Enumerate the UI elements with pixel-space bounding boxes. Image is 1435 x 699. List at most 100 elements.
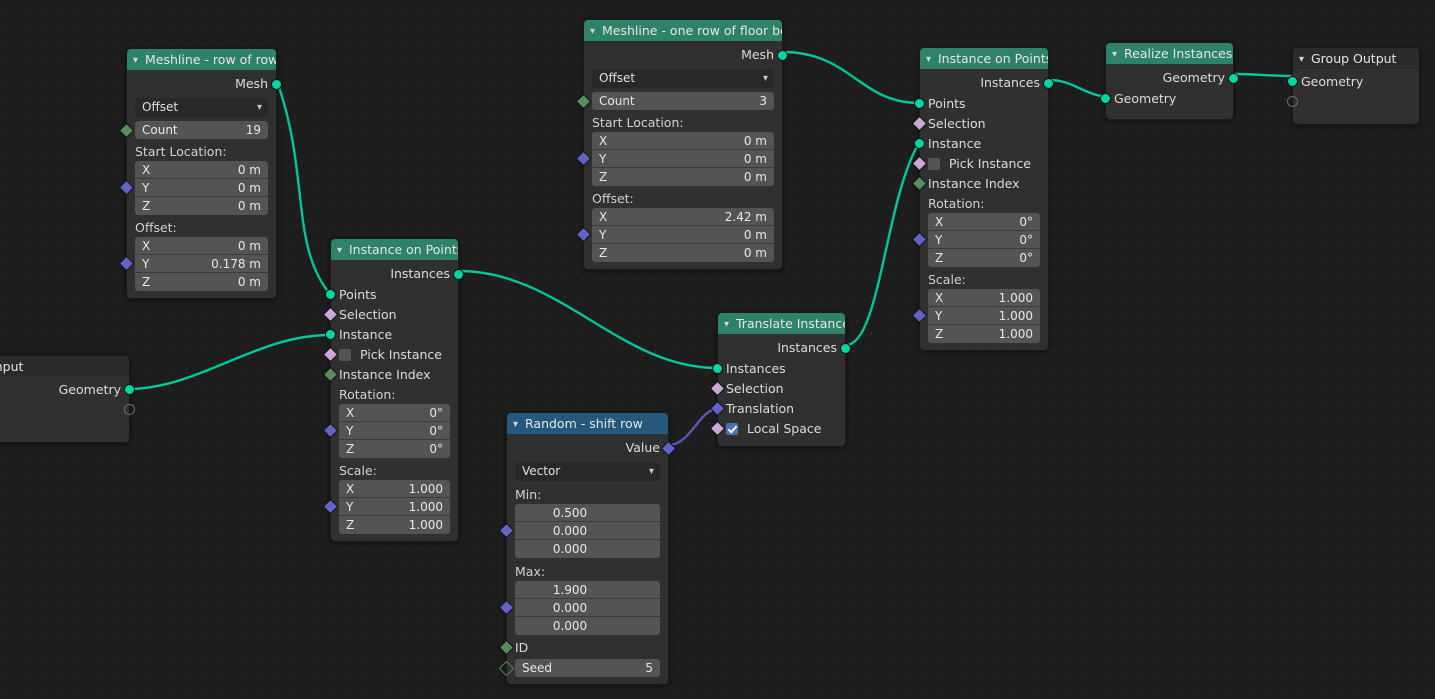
socket-row-mesh-out[interactable]: Mesh	[584, 44, 788, 66]
offset-fields[interactable]: X0 m Y 0.178 m Z0 m	[135, 237, 268, 291]
node-translate-instances[interactable]: ▾ Translate Instances Instances Instances…	[709, 312, 851, 447]
rotation-group[interactable]: X 0° Y 0° Z 0°	[911, 213, 1048, 267]
vector-field-x[interactable]: X 0°	[928, 213, 1040, 231]
max-group[interactable]: 1.900 0.000 0.000	[498, 581, 668, 635]
chevron-down-icon[interactable]: ▾	[513, 414, 525, 434]
socket-row-instances-out[interactable]: Instances	[331, 263, 464, 285]
chevron-down-icon[interactable]: ▾	[763, 69, 768, 88]
node-header-iop-right[interactable]: ▾ Instance on Points	[920, 48, 1048, 69]
socket-selection-in[interactable]	[709, 380, 726, 397]
socket-instances-in[interactable]	[712, 363, 723, 374]
socket-scale-in[interactable]	[322, 498, 339, 515]
offset-group[interactable]: X 2.42 m Y0 m Z0 m	[575, 208, 782, 262]
socket-row-points[interactable]: Points	[914, 94, 1048, 114]
chevron-down-icon[interactable]: ▾	[133, 50, 145, 70]
vector-field-x[interactable]: X 1.000	[339, 480, 450, 498]
mode-dropdown[interactable]: Offset ▾	[592, 69, 774, 88]
chevron-down-icon[interactable]: ▾	[257, 98, 262, 117]
vector-field-z[interactable]: Z0 m	[135, 197, 268, 215]
vector-field-x[interactable]: X0 m	[592, 132, 774, 150]
socket-count-in[interactable]	[118, 122, 135, 139]
socket-instance-index-in[interactable]	[911, 175, 928, 192]
vector-field-x[interactable]: X 1.000	[928, 289, 1040, 307]
node-header-realize-instances[interactable]: ▾ Realize Instances	[1106, 43, 1233, 64]
socket-value-out[interactable]	[660, 440, 677, 457]
min-group[interactable]: 0.500 0.000 0.000	[498, 504, 668, 558]
socket-row-group-input-geometry[interactable]: Geometry	[0, 380, 135, 400]
node-header-group-input[interactable]: ▾Group Input	[0, 356, 129, 377]
socket-row-geometry-in[interactable]: Geometry	[1287, 72, 1419, 92]
socket-row-local-space[interactable]: Local Space	[709, 419, 845, 439]
vector-field-x[interactable]: X0 m	[135, 161, 268, 179]
vector-field-y[interactable]: Y 1.000	[339, 498, 450, 516]
node-realize-instances[interactable]: ▾ Realize Instances Geometry Geometry	[1100, 42, 1239, 120]
node-header-random[interactable]: ▾ Random - shift row	[507, 413, 668, 434]
chevron-down-icon[interactable]: ▾	[590, 21, 602, 41]
socket-count-in[interactable]	[575, 93, 592, 110]
count-field[interactable]: Count 19	[135, 121, 268, 139]
socket-offset-in[interactable]	[575, 226, 592, 243]
node-header-iop-left[interactable]: ▾ Instance on Points	[331, 239, 458, 260]
socket-row-new[interactable]	[1287, 92, 1419, 112]
socket-geometry-out[interactable]	[1228, 73, 1239, 84]
socket-rotation-in[interactable]	[911, 231, 928, 248]
node-group-input[interactable]: ▾Group Input Geometry	[0, 355, 135, 443]
node-random-shift-row[interactable]: ▾ Random - shift row Value Vector ▾ Min: …	[498, 412, 677, 685]
pick-instance-checkbox[interactable]	[928, 158, 940, 170]
max-field-z[interactable]: 0.000	[515, 617, 660, 635]
socket-start-location-in[interactable]	[118, 179, 135, 196]
socket-instances-out[interactable]	[453, 269, 464, 280]
max-field-x[interactable]: 1.900	[515, 581, 660, 599]
vector-field-x[interactable]: X 0°	[339, 404, 450, 422]
socket-row-instances-out[interactable]: Instances	[718, 337, 851, 359]
node-meshline-floor-boards[interactable]: ▾Meshline - one row of floor boards Mesh…	[575, 19, 788, 270]
socket-row-group-input-new[interactable]	[0, 400, 135, 420]
socket-row-selection[interactable]: Selection	[911, 114, 1048, 134]
socket-row-instance[interactable]: Instance	[325, 325, 458, 345]
node-instance-on-points-right[interactable]: ▾ Instance on Points Instances Points Sel…	[911, 47, 1054, 351]
vector-field-z[interactable]: Z 1.000	[928, 325, 1040, 343]
socket-pick-instance-in[interactable]	[911, 155, 928, 172]
socket-mesh-out[interactable]	[777, 50, 788, 61]
socket-row-pick-instance[interactable]: Pick Instance	[911, 154, 1048, 174]
node-instance-on-points-left[interactable]: ▾ Instance on Points Instances Points Sel…	[322, 238, 464, 542]
seed-field[interactable]: Seed 5	[515, 659, 660, 677]
socket-new-in[interactable]	[1287, 96, 1298, 107]
socket-min-in[interactable]	[498, 522, 515, 539]
vector-field-z[interactable]: Z0 m	[592, 168, 774, 186]
node-group-output[interactable]: ▾ Group Output Geometry	[1287, 47, 1420, 125]
socket-row-selection[interactable]: Selection	[322, 305, 458, 325]
vector-field-y[interactable]: Y0 m	[592, 150, 774, 168]
count-field[interactable]: Count 3	[592, 92, 774, 110]
rotation-fields[interactable]: X 0° Y 0° Z 0°	[339, 404, 450, 458]
socket-points-in[interactable]	[325, 289, 336, 300]
rotation-group[interactable]: X 0° Y 0° Z 0°	[322, 404, 458, 458]
chevron-down-icon[interactable]: ▾	[1299, 49, 1311, 69]
chevron-down-icon[interactable]: ▾	[649, 462, 654, 481]
node-header-meshline-boards[interactable]: ▾Meshline - one row of floor boards	[584, 20, 782, 41]
socket-scale-in[interactable]	[911, 307, 928, 324]
count-row[interactable]: Count 19	[118, 121, 276, 139]
socket-row-pick-instance[interactable]: Pick Instance	[322, 345, 458, 365]
socket-row-instance-index[interactable]: Instance Index	[911, 174, 1048, 194]
socket-geometry-in[interactable]	[1100, 93, 1111, 104]
socket-local-space-in[interactable]	[709, 420, 726, 437]
socket-selection-in[interactable]	[322, 306, 339, 323]
max-field-y[interactable]: 0.000	[515, 599, 660, 617]
socket-mesh-out[interactable]	[271, 79, 282, 90]
start-location-group[interactable]: X0 m Y0 m Z0 m	[118, 161, 276, 215]
vector-field-y[interactable]: Y0 m	[592, 226, 774, 244]
socket-translation-in[interactable]	[709, 400, 726, 417]
chevron-down-icon[interactable]: ▾	[926, 49, 938, 69]
socket-row-mesh-out[interactable]: Mesh	[127, 73, 282, 95]
vector-field-x[interactable]: X 2.42 m	[592, 208, 774, 226]
socket-row-points[interactable]: Points	[325, 285, 458, 305]
count-row[interactable]: Count 3	[575, 92, 782, 110]
min-field-z[interactable]: 0.000	[515, 540, 660, 558]
vector-field-y[interactable]: Y 1.000	[928, 307, 1040, 325]
rotation-fields[interactable]: X 0° Y 0° Z 0°	[928, 213, 1040, 267]
local-space-checkbox[interactable]	[726, 423, 738, 435]
min-field-y[interactable]: 0.000	[515, 522, 660, 540]
scale-group[interactable]: X 1.000 Y 1.000 Z 1.000	[322, 480, 458, 534]
socket-row-instance[interactable]: Instance	[914, 134, 1048, 154]
